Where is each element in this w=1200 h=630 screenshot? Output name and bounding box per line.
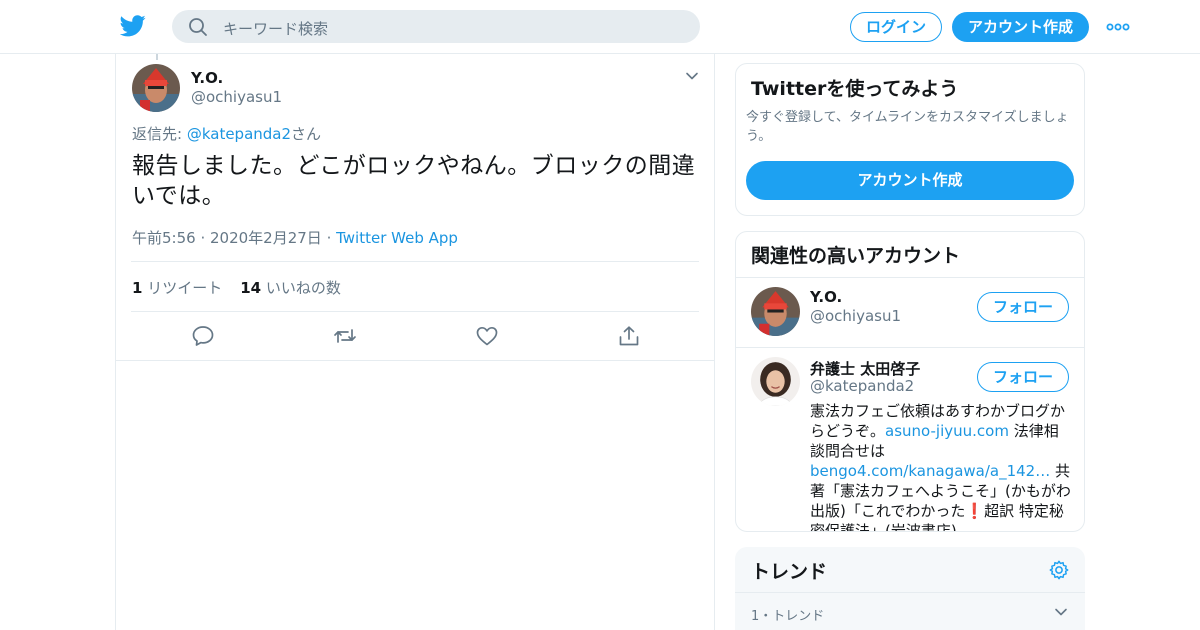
chevron-down-icon[interactable]: [684, 68, 700, 84]
like-heart-icon[interactable]: [475, 325, 499, 347]
retweet-icon[interactable]: [333, 325, 357, 347]
related-account-name[interactable]: Y.O.: [810, 288, 842, 306]
bio-link[interactable]: asuno-jiyuu.com: [885, 422, 1009, 440]
divider: [131, 311, 699, 312]
chevron-down-icon[interactable]: [1053, 604, 1069, 620]
divider: [131, 261, 699, 262]
like-label: いいねの数: [265, 279, 341, 297]
related-account-avatar[interactable]: [751, 357, 800, 406]
signup-promo-card: Twitterを使ってみよう 今すぐ登録して、タイムラインをカスタマイズしましょ…: [735, 63, 1085, 216]
divider: [116, 360, 714, 361]
tweet-stats: 1 リツイート 14 いいねの数: [132, 277, 341, 298]
login-button[interactable]: ログイン: [850, 12, 942, 42]
tweet-author-handle[interactable]: @ochiyasu1: [191, 88, 282, 106]
retweet-count: 1: [132, 279, 143, 297]
follow-button[interactable]: フォロー: [977, 362, 1069, 392]
twitter-logo-icon[interactable]: [120, 14, 146, 38]
exclamation-emoji-icon: ❗: [965, 502, 985, 520]
related-accounts-title: 関連性の高いアカウント: [751, 245, 961, 267]
signup-card-description: 今すぐ登録して、タイムラインをカスタマイズしましょう。: [746, 110, 1069, 144]
trend-item-meta[interactable]: 1・トレンド: [751, 605, 824, 624]
search-input[interactable]: キーワード検索: [223, 18, 328, 39]
reply-prefix: 返信先:: [132, 125, 187, 143]
related-accounts-card: 関連性の高いアカウント Y.O. @ochiyasu1 フォロー 弁護士 太田啓…: [735, 231, 1085, 532]
tweet-author-name[interactable]: Y.O.: [191, 69, 223, 87]
retweet-label: リツイート: [147, 279, 223, 297]
related-account-handle[interactable]: @katepanda2: [810, 377, 914, 395]
gear-icon[interactable]: [1048, 559, 1070, 581]
search-bar[interactable]: キーワード検索: [172, 10, 700, 43]
divider: [735, 592, 1085, 593]
tweet-metadata: 午前5:56 · 2020年2月27日 · Twitter Web App: [132, 227, 458, 248]
related-account-bio: 憲法カフェご依頼はあすわかブログからどうぞ。asuno-jiyuu.com 法律…: [810, 401, 1072, 531]
meta-separator: ·: [321, 229, 337, 247]
avatar-image-icon: [751, 287, 800, 336]
tweet-text: 報告しました。どこがロックやねん。ブロックの間違いでは。: [132, 153, 696, 209]
related-account-avatar[interactable]: [751, 287, 800, 336]
bio-link[interactable]: bengo4.com/kanagawa/a_142…: [810, 462, 1050, 480]
like-stat[interactable]: 14 いいねの数: [240, 279, 341, 297]
reply-icon[interactable]: [191, 325, 215, 347]
tweet-author-avatar[interactable]: [132, 64, 180, 112]
tweet-detail-column: Y.O. @ochiyasu1 返信先: @katepanda2さん 報告しまし…: [115, 54, 715, 630]
search-icon: [189, 18, 207, 36]
trends-card: トレンド 1・トレンド: [735, 547, 1085, 630]
related-account-name[interactable]: 弁護士 太田啓子: [810, 358, 920, 379]
tweet-timestamp[interactable]: 午前5:56 · 2020年2月27日: [132, 229, 322, 247]
thread-connector-line: [156, 54, 158, 60]
like-count: 14: [240, 279, 262, 297]
trends-title: トレンド: [751, 561, 828, 583]
more-options-icon[interactable]: [1106, 18, 1130, 36]
divider: [736, 347, 1084, 348]
avatar-image-icon: [132, 64, 180, 112]
avatar-image-icon: [751, 357, 800, 406]
reply-mention-link[interactable]: @katepanda2: [187, 125, 291, 143]
top-nav-bar: キーワード検索 ログイン アカウント作成: [0, 0, 1200, 54]
reply-context: 返信先: @katepanda2さん: [132, 123, 321, 144]
follow-button[interactable]: フォロー: [977, 292, 1069, 322]
signup-button[interactable]: アカウント作成: [952, 12, 1089, 42]
share-icon[interactable]: [617, 325, 641, 347]
related-account-handle[interactable]: @ochiyasu1: [810, 307, 901, 325]
tweet-source-link[interactable]: Twitter Web App: [336, 229, 458, 247]
signup-card-title: Twitterを使ってみよう: [751, 78, 959, 100]
retweet-stat[interactable]: 1 リツイート: [132, 279, 222, 297]
reply-suffix: さん: [291, 125, 322, 143]
divider: [736, 277, 1084, 278]
signup-card-button[interactable]: アカウント作成: [746, 161, 1074, 200]
